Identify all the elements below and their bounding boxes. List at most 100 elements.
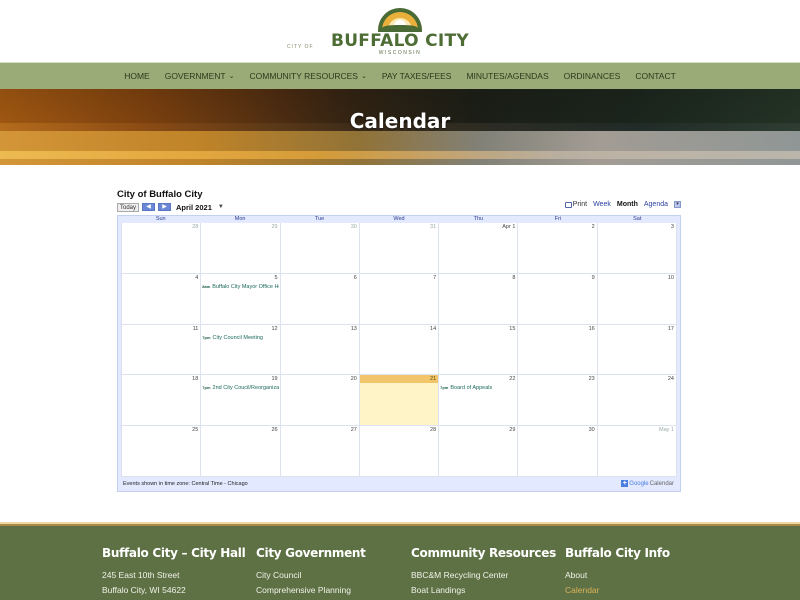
- day-number[interactable]: 30: [589, 426, 595, 435]
- day-cell[interactable]: 9: [518, 273, 598, 325]
- day-cell[interactable]: 7: [359, 273, 440, 325]
- footer-heading: Buffalo City Info: [565, 546, 670, 560]
- tab-agenda[interactable]: Agenda: [644, 201, 668, 208]
- day-cell[interactable]: 31: [359, 223, 440, 274]
- day-cell[interactable]: 29: [439, 426, 519, 477]
- day-cell[interactable]: 12 7pm City Council Meeting: [201, 324, 281, 376]
- nav-item-home[interactable]: HOME: [117, 71, 158, 81]
- day-number[interactable]: 17: [668, 325, 674, 334]
- day-number[interactable]: 19: [271, 375, 277, 384]
- day-number[interactable]: 6: [354, 274, 357, 283]
- nav-item-community-resources[interactable]: COMMUNITY RESOURCES ⌄: [242, 71, 374, 81]
- day-cell[interactable]: 6: [280, 273, 360, 325]
- day-cell[interactable]: 28: [359, 426, 440, 477]
- day-number[interactable]: 7: [433, 274, 436, 283]
- agenda-dropdown-icon[interactable]: ▾: [674, 201, 681, 208]
- day-cell[interactable]: 26: [201, 426, 281, 477]
- day-number[interactable]: 15: [509, 325, 515, 334]
- day-number[interactable]: 18: [192, 375, 198, 384]
- day-number[interactable]: 26: [271, 426, 277, 435]
- footer-link-about[interactable]: About: [565, 568, 670, 583]
- prev-month-button[interactable]: ◀: [142, 203, 156, 211]
- google-calendar-badge[interactable]: + Google Calendar: [621, 480, 674, 488]
- day-number[interactable]: 16: [589, 325, 595, 334]
- day-cell[interactable]: 24: [597, 375, 677, 427]
- day-cell[interactable]: 23: [518, 375, 598, 427]
- day-number[interactable]: 22: [509, 375, 515, 384]
- today-button[interactable]: Today: [117, 202, 140, 212]
- tab-month[interactable]: Month: [617, 201, 638, 208]
- site-logo[interactable]: CITY OF BUFFALO CITY WISCONSIN: [287, 8, 469, 56]
- day-cell[interactable]: 58amBuffalo City Mayor Office Hours: [201, 273, 281, 325]
- day-cell[interactable]: 13: [280, 324, 360, 376]
- day-number[interactable]: 27: [351, 426, 357, 435]
- nav-item-government[interactable]: GOVERNMENT ⌄: [157, 71, 242, 81]
- day-cell[interactable]: 25: [122, 426, 202, 477]
- day-cell[interactable]: 197pm2nd City Coucil/Reorganization: [201, 375, 281, 427]
- day-number[interactable]: May 1: [659, 426, 674, 435]
- tab-week[interactable]: Week: [593, 201, 611, 208]
- day-number[interactable]: 24: [668, 375, 674, 384]
- day-cell[interactable]: 8: [439, 273, 519, 325]
- nav-item-minutes-agendas[interactable]: MINUTES/AGENDAS: [459, 71, 556, 81]
- day-cell[interactable]: 15: [439, 324, 519, 376]
- day-number[interactable]: 11: [193, 325, 199, 334]
- footer-heading: Buffalo City – City Hall: [102, 546, 246, 560]
- day-cell[interactable]: 3: [597, 223, 677, 274]
- footer-link-city-council[interactable]: City Council: [256, 568, 366, 583]
- day-number[interactable]: 4: [195, 274, 198, 283]
- nav-item-contact[interactable]: CONTACT: [628, 71, 683, 81]
- day-cell[interactable]: 30: [280, 223, 360, 274]
- day-cell[interactable]: Apr 1: [439, 223, 519, 274]
- month-picker-dropdown-icon[interactable]: ▼: [218, 204, 224, 210]
- day-number[interactable]: 5: [275, 274, 278, 283]
- next-month-button[interactable]: ▶: [158, 203, 172, 211]
- day-cell[interactable]: 30: [518, 426, 598, 477]
- print-button[interactable]: Print: [564, 201, 587, 208]
- footer-link-recycling-center[interactable]: BBC&M Recycling Center: [411, 568, 556, 583]
- footer-link-comprehensive-planning[interactable]: Comprehensive Planning: [256, 583, 366, 598]
- day-cell[interactable]: 20: [280, 375, 360, 427]
- day-cell-today[interactable]: 21: [359, 375, 440, 427]
- day-cell[interactable]: 17: [597, 324, 677, 376]
- day-cell[interactable]: 29: [201, 223, 281, 274]
- day-cell[interactable]: 27: [280, 426, 360, 477]
- day-cell[interactable]: May 1: [597, 426, 677, 477]
- day-number[interactable]: 2: [592, 223, 595, 232]
- day-number[interactable]: 28: [192, 223, 198, 232]
- day-number[interactable]: 10: [668, 274, 674, 283]
- nav-item-pay-taxes[interactable]: PAY TAXES/FEES: [374, 71, 459, 81]
- day-number[interactable]: 28: [430, 426, 436, 435]
- day-cell[interactable]: 11: [122, 324, 202, 376]
- calendar-event[interactable]: 7pm2nd City Coucil/Reorganization: [202, 384, 278, 392]
- day-cell[interactable]: 22 7pm Board of Appeals: [439, 375, 519, 427]
- day-number[interactable]: 14: [430, 325, 436, 334]
- calendar-event[interactable]: 7pm Board of Appeals: [440, 384, 516, 392]
- day-cell[interactable]: 4: [122, 273, 202, 325]
- day-number[interactable]: 13: [351, 325, 357, 334]
- day-number[interactable]: 23: [589, 375, 595, 384]
- day-cell[interactable]: 28: [122, 223, 202, 274]
- day-number[interactable]: 30: [351, 223, 357, 232]
- day-number[interactable]: 20: [351, 375, 357, 384]
- day-number[interactable]: 8: [512, 274, 515, 283]
- day-number[interactable]: Apr 1: [502, 223, 515, 232]
- footer-link-boat-landings[interactable]: Boat Landings: [411, 583, 556, 598]
- day-cell[interactable]: 16: [518, 324, 598, 376]
- nav-item-ordinances[interactable]: ORDINANCES: [556, 71, 628, 81]
- calendar-event[interactable]: 7pm City Council Meeting: [202, 334, 278, 342]
- day-number[interactable]: 31: [430, 223, 436, 232]
- day-number[interactable]: 25: [192, 426, 198, 435]
- day-cell[interactable]: 18: [122, 375, 202, 427]
- day-number[interactable]: 9: [592, 274, 595, 283]
- day-number[interactable]: 12: [271, 325, 277, 334]
- calendar-event[interactable]: 8amBuffalo City Mayor Office Hours: [202, 283, 278, 291]
- day-number[interactable]: 29: [509, 426, 515, 435]
- day-cell[interactable]: 10: [597, 273, 677, 325]
- footer-link-calendar[interactable]: Calendar: [565, 583, 670, 598]
- day-cell[interactable]: 14: [359, 324, 440, 376]
- day-cell[interactable]: 2: [518, 223, 598, 274]
- day-number[interactable]: 3: [671, 223, 674, 232]
- day-number[interactable]: 21: [430, 375, 436, 384]
- day-number[interactable]: 29: [271, 223, 277, 232]
